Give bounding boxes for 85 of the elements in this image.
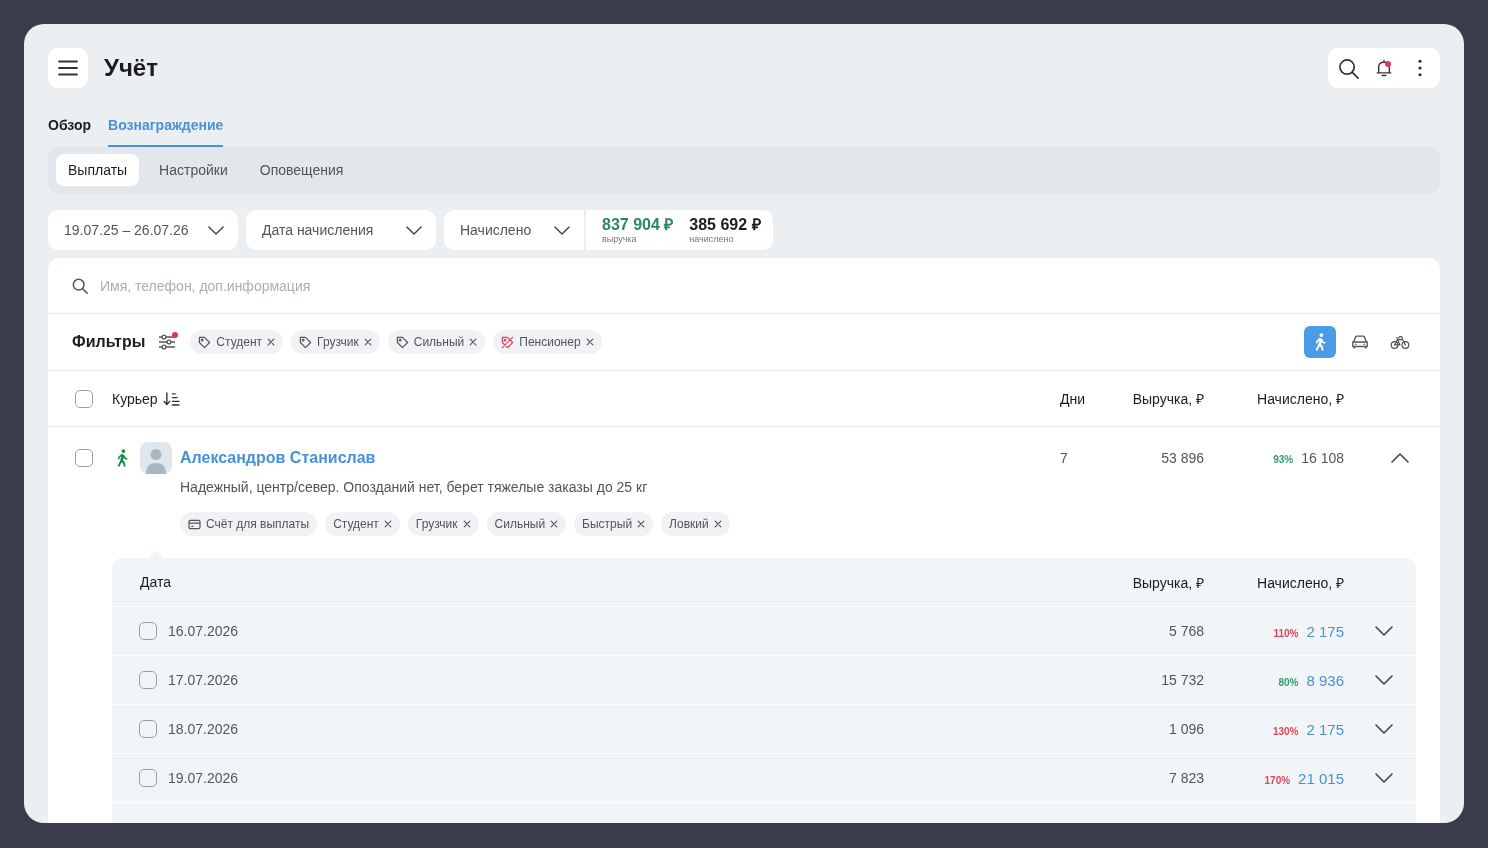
account-tag[interactable]: Счёт для выплаты [180,512,318,536]
date-cell: 19.07.2026 [168,770,239,786]
chevron-down-icon [406,225,422,235]
page-title: Учёт [104,54,159,82]
total-value: 837 904 ₽ [602,216,674,234]
filter-tag[interactable]: Пенсионер [493,330,602,354]
more-vertical-icon [1418,59,1422,77]
share-percent: 170% [1264,774,1291,786]
chevron-down-icon[interactable] [1375,626,1393,636]
column-header: Курьер [112,390,158,407]
dropdown[interactable]: Начислено [444,210,584,250]
search-icon [1337,57,1359,79]
date-cell: 18.07.2026 [168,721,239,737]
chevron-down-icon [554,225,570,235]
bank-card-icon [188,518,201,530]
close-icon[interactable] [267,338,276,346]
avatar-placeholder [140,442,172,474]
checkbox[interactable] [75,389,93,408]
date-cell: 16.07.2026 [168,623,239,639]
tab[interactable]: Обзор [48,108,92,147]
courier-tag[interactable]: Сильный [486,512,567,536]
close-icon[interactable] [550,520,559,528]
close-icon[interactable] [585,338,594,346]
days-cell-text: 7 [1060,449,1069,468]
checkbox[interactable] [139,720,157,738]
close-icon[interactable] [363,338,372,346]
chevron-down-icon [208,225,224,235]
car-icon [1350,333,1370,351]
chevron-down-icon[interactable] [1375,773,1393,783]
sliders-icon [158,334,177,350]
transport-toggle[interactable] [1304,326,1336,358]
column-header: Дата [140,574,172,590]
close-icon[interactable] [469,338,478,346]
checkbox[interactable] [139,622,157,640]
segment-tab[interactable]: Оповещения [247,154,356,186]
column-header: Выручка, ₽ [1131,573,1204,592]
total-caption: начислено [689,234,735,244]
revenue-cell-text: 53 896 [1160,449,1204,468]
filter-tag[interactable]: Грузчик [291,330,380,354]
checkbox[interactable] [139,671,157,689]
chevron-down-icon[interactable] [1375,675,1393,685]
search-field[interactable]: Имя, телефон, доп.информация [100,275,1416,296]
segment-tab[interactable]: Выплаты [56,154,140,186]
filter-settings-button[interactable] [158,334,177,350]
close-icon[interactable] [383,520,392,528]
column-header: Начислено, ₽ [1256,573,1344,592]
share-percent: 93% [1273,453,1294,467]
close-icon[interactable] [637,520,646,528]
accrued-cell-text: 16 108 [1301,449,1344,468]
revenue-cell-text: 5 768 [1167,623,1204,639]
share-percent: 110% [1273,627,1299,639]
revenue-cell-text: 7 823 [1167,770,1204,786]
date-cell: 17.07.2026 [168,672,239,688]
chevron-down-icon[interactable] [1375,724,1393,734]
dropdown[interactable]: Дата начисления [246,210,436,250]
close-icon[interactable] [462,520,471,528]
share-percent: 80% [1278,676,1299,688]
courier-note: Надежный, центр/север. Опозданий нет, берет тяжелые заказы до 25 кг [180,478,648,497]
courier-tag[interactable]: Быстрый [574,512,654,536]
total-caption: выручка [602,234,638,244]
column-header: Начислено, ₽ [1256,390,1344,408]
courier-tag[interactable]: Студент [325,512,400,536]
column-header: Дни [1060,390,1087,407]
courier-tag[interactable]: Ловкий [661,512,730,536]
bell-icon [1376,59,1392,77]
menu-button[interactable] [48,48,88,88]
segment-tab[interactable]: Настройки [147,154,240,186]
menu-icon [58,60,78,76]
revenue-cell-text: 1 096 [1167,721,1204,737]
share-percent: 130% [1272,725,1299,737]
checkbox[interactable] [139,769,157,787]
checkbox[interactable] [75,449,93,467]
dropdown[interactable]: 19.07.25 – 26.07.26 [48,210,238,250]
chevron-up-icon[interactable] [1391,453,1409,463]
close-icon[interactable] [713,520,722,528]
filter-tag[interactable]: Студент [190,330,284,354]
bicycle-icon [1390,333,1410,351]
filter-tag[interactable]: Сильный [387,330,486,354]
filters-label: Фильтры [72,333,146,351]
column-header: Выручка, ₽ [1131,390,1204,408]
sort-descending-icon[interactable] [162,391,180,406]
search-icon [72,277,88,294]
revenue-cell-text: 15 732 [1160,672,1204,688]
courier-tag[interactable]: Грузчик [407,512,479,536]
total-value: 385 692 ₽ [689,216,761,234]
